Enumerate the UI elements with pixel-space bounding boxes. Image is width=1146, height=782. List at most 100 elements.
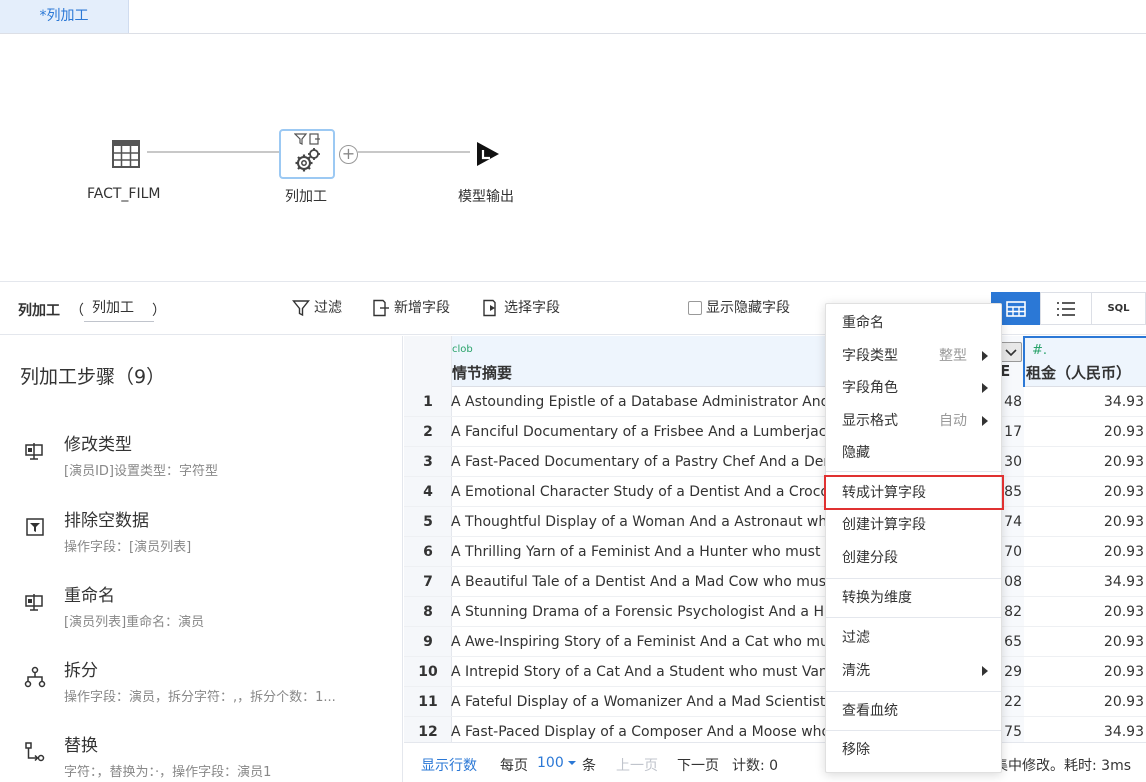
data-table[interactable]: clob 情节摘要 E #. 租金（人民币） 1A Astounding Epi… [404,336,1146,742]
table-row[interactable]: 8 A Stunning Drama of a Forensic Psycholo… [404,597,1146,627]
row-number: 7 [423,574,433,590]
step-title: 修改类型 [64,435,132,455]
menu-item-hide[interactable]: 隐藏 [826,437,1001,469]
menu-item-field-role[interactable]: 字段角色 [826,372,1001,404]
step-item[interactable]: 重命名 [演员列表]重命名：演员 [0,581,400,651]
unit-label: 条 [582,758,596,774]
cell-rent[interactable]: 20.93 [1024,417,1144,447]
menu-item-label: 创建计算字段 [842,517,926,533]
cell-rent[interactable]: 34.93 [1024,567,1144,597]
step-title: 替换 [64,736,98,756]
flow-canvas[interactable]: FACT_FILM + 列加工 模型输出 [0,34,1146,282]
menu-item-filter[interactable]: 过滤 [826,622,1001,654]
column-header-summary[interactable]: 情节摘要 [452,362,512,383]
table-row[interactable]: 11 A Fateful Display of a Womanizer And a… [404,687,1146,717]
cell-rent[interactable]: 34.93 [1024,717,1144,742]
menu-item-label: 过滤 [842,630,870,646]
step-desc: 操作字段：演员，拆分字符：,，拆分个数：1... [64,690,336,705]
show-rows-link[interactable]: 显示行数 [421,755,477,775]
show-hidden-checkbox[interactable] [688,301,702,315]
submenu-arrow-icon [982,666,988,676]
add-column-icon [309,133,320,145]
cell-summary[interactable]: A Fast-Paced Documentary of a Pastry Che… [451,447,831,477]
table-row[interactable]: 12 A Fast-Paced Display of a Composer And… [404,717,1146,742]
cell-rent[interactable]: 20.93 [1024,447,1144,477]
cell-rent[interactable]: 20.93 [1024,597,1144,627]
cell-summary[interactable]: A Thrilling Yarn of a Feminist And a Hun… [451,537,831,567]
page-size-select[interactable]: 100 [537,755,577,771]
step-name-input[interactable] [84,294,154,322]
cell-summary[interactable]: A Awe-Inspiring Story of a Feminist And … [451,627,831,657]
rename-icon [25,594,43,611]
menu-item-label: 显示格式 [842,413,898,429]
sql-view-button[interactable]: SQL [1091,292,1146,325]
table-row[interactable]: 1 A Astounding Epistle of a Database Admi… [404,387,1146,417]
table-row[interactable]: 10 A Intrepid Story of a Cat And a Studen… [404,657,1146,687]
menu-item-label: 重命名 [842,315,884,331]
cell-rent[interactable]: 20.93 [1024,507,1144,537]
cell-summary[interactable]: A Fateful Display of a Womanizer And a M… [451,687,831,717]
flow-node-model-output[interactable] [474,139,502,169]
cell-summary[interactable]: A Intrepid Story of a Cat And a Student … [451,657,831,687]
cell-summary[interactable]: A Emotional Character Study of a Dentist… [451,477,831,507]
menu-item-remove[interactable]: 移除 [826,734,1001,766]
menu-item-display-format[interactable]: 显示格式 自动 [826,405,1001,437]
submenu-arrow-icon [982,351,988,361]
next-page-button[interactable]: 下一页 [677,755,719,775]
flow-edge [147,151,279,153]
step-item[interactable]: 修改类型 [演员ID]设置类型：字符型 [0,430,400,500]
flow-node-column-processing[interactable] [279,129,335,179]
table-row[interactable]: 4 A Emotional Character Study of a Dentis… [404,477,1146,507]
menu-item-to-dimension[interactable]: 转换为维度 [826,582,1001,614]
cell-rent[interactable]: 20.93 [1024,687,1144,717]
cell-rent[interactable]: 34.93 [1024,387,1144,417]
table-row[interactable]: 7 A Beautiful Tale of a Dentist And a Mad… [404,567,1146,597]
step-item[interactable]: 排除空数据 操作字段：[演员列表] [0,506,400,576]
menu-item-field-type[interactable]: 字段类型 整型 [826,340,1001,372]
column-dropdown-button[interactable] [1000,342,1022,362]
submenu-arrow-icon [982,383,988,393]
menu-separator [826,471,1001,472]
step-item[interactable]: 拆分 操作字段：演员，拆分字符：,，拆分个数：1... [0,656,400,726]
table-row[interactable]: 6 A Thrilling Yarn of a Feminist And a Hu… [404,537,1146,567]
table-row[interactable]: 5 A Thoughtful Display of a Woman And a A… [404,507,1146,537]
table-footer: 显示行数 每页 100 条 上一页 下一页 计数: 0 集中修改。耗时: 3ms [404,742,1146,782]
cell-summary[interactable]: A Astounding Epistle of a Database Admin… [451,387,831,417]
cell-rent[interactable]: 20.93 [1024,477,1144,507]
step-desc: 操作字段：[演员列表] [64,540,192,555]
filter-button[interactable]: 过滤 [292,297,342,319]
filter-label: 过滤 [314,300,342,316]
menu-item-clean[interactable]: 清洗 [826,655,1001,687]
menu-item-view-lineage[interactable]: 查看血统 [826,695,1001,727]
menu-item-create-segment[interactable]: 创建分段 [826,542,1001,574]
cell-summary[interactable]: A Stunning Drama of a Forensic Psycholog… [451,597,831,627]
filter-icon [292,300,310,317]
table-row[interactable]: 3 A Fast-Paced Documentary of a Pastry Ch… [404,447,1146,477]
tab-column-processing[interactable]: *列加工 [0,0,129,33]
chevron-down-icon [1005,349,1017,357]
cell-summary[interactable]: A Fanciful Documentary of a Frisbee And … [451,417,831,447]
prev-page-button[interactable]: 上一页 [616,755,658,775]
cell-rent[interactable]: 20.93 [1024,657,1144,687]
add-node-button[interactable]: + [339,145,358,164]
cell-summary[interactable]: A Thoughtful Display of a Woman And a As… [451,507,831,537]
table-row[interactable]: 9 A Awe-Inspiring Story of a Feminist And… [404,627,1146,657]
table-row[interactable]: 2 A Fanciful Documentary of a Frisbee And… [404,417,1146,447]
list-view-button[interactable] [1040,292,1092,325]
table-view-icon [1006,300,1026,317]
cell-summary[interactable]: A Beautiful Tale of a Dentist And a Mad … [451,567,831,597]
show-hidden-toggle[interactable]: 显示隐藏字段 [688,297,790,319]
flow-node-label: 模型输出 [458,189,514,205]
cell-rent[interactable]: 20.93 [1024,627,1144,657]
flow-node-fact-film[interactable] [111,139,141,169]
cell-summary[interactable]: A Fast-Paced Display of a Composer And a… [451,717,831,742]
column-header-rent[interactable]: 租金（人民币） [1026,362,1131,383]
app-root: *列加工 FACT_FILM + 列加工 模型输出 列加工 （ 列加工 ） 过滤… [0,0,1146,782]
add-field-button[interactable]: 新增字段 [372,297,450,319]
menu-item-create-calculated-field[interactable]: 创建计算字段 [826,509,1001,541]
cell-rent[interactable]: 20.93 [1024,537,1144,567]
step-title: 排除空数据 [64,511,149,531]
menu-item-rename[interactable]: 重命名 [826,307,1001,339]
step-item[interactable]: 替换 字符：，替换为：·，操作字段：演员1 [0,731,400,782]
select-field-button[interactable]: 选择字段 [482,297,560,319]
